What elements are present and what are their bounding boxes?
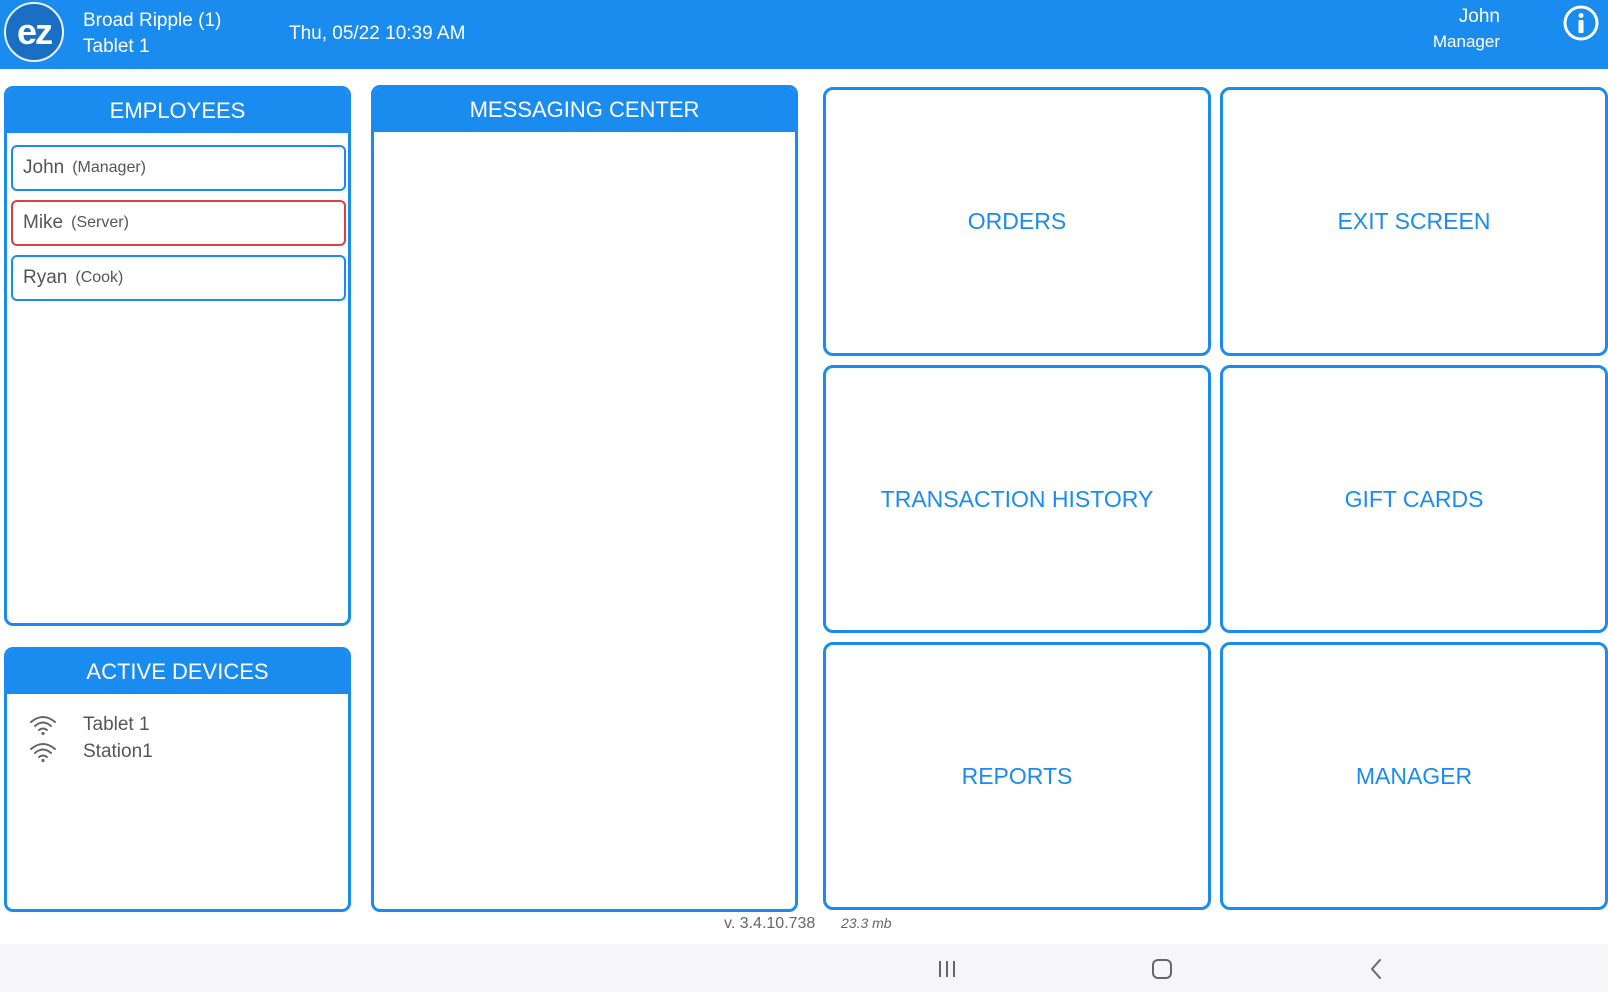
employee-row-mike[interactable]: Mike (Server) [11,200,346,246]
memory-usage: 23.3 mb [841,915,892,931]
device-label: Tablet 1 [83,714,150,735]
device-row-tablet1: Tablet 1 [29,712,150,738]
employees-panel: EMPLOYEES John (Manager) Mike (Server) R… [4,86,351,626]
employee-row-ryan[interactable]: Ryan (Cook) [11,255,346,301]
app-logo: ez [4,2,64,62]
system-nav-bar [0,944,1608,992]
active-devices-header: ACTIVE DEVICES [7,650,348,694]
device-label: Station1 [83,741,153,762]
messaging-center-header: MESSAGING CENTER [374,88,795,132]
gift-cards-button[interactable]: GIFT CARDS [1220,365,1608,633]
wifi-icon [30,716,56,736]
employee-role: (Cook) [75,269,124,286]
active-devices-panel: ACTIVE DEVICES Tablet 1 Station1 [4,647,351,912]
user-role: Manager [1432,32,1500,51]
app-version: v. 3.4.10.738 [724,915,816,932]
exit-screen-button[interactable]: EXIT SCREEN [1220,87,1608,356]
back-icon[interactable] [1360,952,1394,986]
employee-role: (Manager) [72,159,147,176]
info-icon[interactable] [1562,4,1600,42]
home-icon[interactable] [1145,952,1179,986]
device-name: Tablet 1 [83,36,150,57]
employee-role: (Server) [71,214,129,231]
manager-button[interactable]: MANAGER [1220,642,1608,910]
user-name[interactable]: John [1459,6,1500,28]
employees-header: EMPLOYEES [7,89,348,133]
transaction-history-button[interactable]: TRANSACTION HISTORY [823,365,1211,633]
orders-button[interactable]: ORDERS [823,87,1211,356]
employee-name: Ryan [23,267,68,288]
wifi-icon [30,743,56,763]
recent-apps-icon[interactable] [930,952,964,986]
employee-name: John [23,157,65,178]
messaging-center-panel: MESSAGING CENTER [371,85,798,912]
device-row-station1: Station1 [29,739,153,765]
current-datetime: Thu, 05/22 10:39 AM [289,23,466,44]
location-name: Broad Ripple (1) [83,10,222,31]
employee-name: Mike [23,212,64,233]
top-bar: ez Broad Ripple (1) Tablet 1 Thu, 05/22 … [0,0,1608,69]
employee-row-john[interactable]: John (Manager) [11,145,346,191]
reports-button[interactable]: REPORTS [823,642,1211,910]
